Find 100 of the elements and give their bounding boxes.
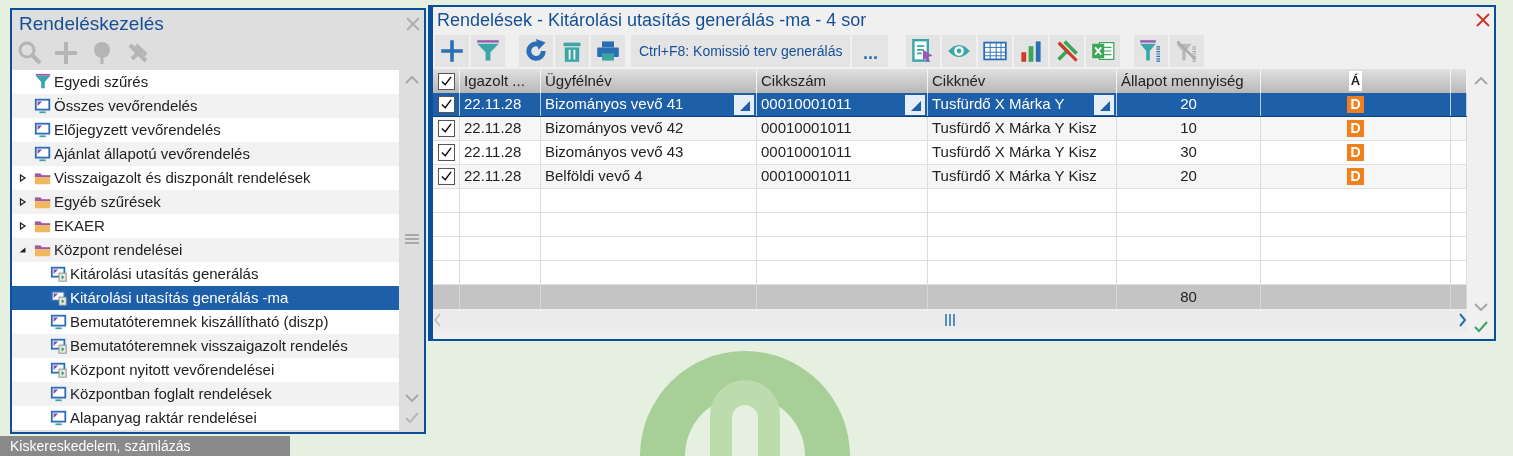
delete-button[interactable] xyxy=(555,35,589,67)
column-header[interactable]: Á xyxy=(1348,71,1363,91)
more-button[interactable]: ... xyxy=(852,35,889,67)
checkmark-icon xyxy=(439,98,453,111)
column-header[interactable]: Cikknév xyxy=(932,69,986,93)
table-cell-text: 30 xyxy=(1179,142,1198,163)
checkbox[interactable] xyxy=(437,144,455,161)
add-button[interactable] xyxy=(435,35,469,67)
table-cell-text: 00010001011 xyxy=(761,166,853,187)
column-header[interactable]: Cikkszám xyxy=(761,69,826,93)
status-badge: D xyxy=(1347,144,1364,161)
status-badge: D xyxy=(1347,168,1364,185)
column-header[interactable]: Állapot mennyiség xyxy=(1121,69,1244,93)
collapsed-triangle-icon[interactable] xyxy=(18,197,28,207)
print-button[interactable] xyxy=(591,35,625,67)
excel-icon xyxy=(1091,39,1116,63)
checkbox[interactable] xyxy=(437,96,455,113)
scroll-up-icon[interactable] xyxy=(404,76,419,84)
table-cell-text: 20 xyxy=(1179,166,1198,187)
dropdown-corner-icon xyxy=(905,94,925,115)
monitor-play-icon xyxy=(50,265,68,283)
scroll-thumb-icon[interactable] xyxy=(404,234,419,244)
table-cell-text: 10 xyxy=(1179,118,1198,139)
command-button[interactable]: Ctrl+F8: Komissió terv generálás xyxy=(631,35,851,67)
table-cell-text: Belföldi vevő 4 xyxy=(545,166,644,187)
select-list-button[interactable] xyxy=(906,35,941,67)
dropdown-corner-icon xyxy=(1094,94,1114,115)
table-cell-text: 00010001011 xyxy=(761,118,853,139)
monitor-play-icon xyxy=(50,361,68,379)
table-cell-text: 22.11.28 xyxy=(464,94,523,115)
column-header[interactable]: Ügyfélnév xyxy=(545,69,612,93)
tree-item[interactable]: Bemutatóteremnek visszaigazolt rendelés xyxy=(12,334,399,358)
collapsed-triangle-icon[interactable] xyxy=(18,221,28,231)
tree-item[interactable]: Központban foglalt rendelések xyxy=(12,382,399,406)
scroll-right-icon[interactable] xyxy=(1458,313,1467,327)
close-icon[interactable] xyxy=(1476,13,1490,27)
collapsed-triangle-icon[interactable] xyxy=(18,173,28,183)
tree-item[interactable]: Egyéb szűrések xyxy=(12,190,399,214)
table-row[interactable]: 22.11.28 Bizományos vevő 42 00010001011 Tusfürdő X Márka Y Kisz 10 D xyxy=(433,117,1467,141)
scroll-up-icon[interactable] xyxy=(1473,77,1488,85)
total-value: 80 xyxy=(1180,286,1197,307)
table-cell-text: 00010001011 xyxy=(761,142,853,163)
monitor-icon xyxy=(50,313,68,331)
filter-icon xyxy=(476,39,500,63)
check-icon[interactable] xyxy=(1473,321,1488,333)
table-cell-text: Bizományos vevő 43 xyxy=(545,142,685,163)
scroll-thumb-icon[interactable] xyxy=(945,314,955,326)
expanded-triangle-icon[interactable] xyxy=(18,245,28,255)
horizontal-scrollbar[interactable] xyxy=(433,309,1467,331)
excel-button[interactable] xyxy=(1086,35,1121,67)
scroll-down-icon[interactable] xyxy=(1473,303,1488,311)
table-cell-text: Tusfürdő X Márka Y xyxy=(932,94,1066,115)
table-cell-text: 20 xyxy=(1179,94,1198,115)
scroll-down-icon[interactable] xyxy=(404,394,419,402)
monitor-icon xyxy=(50,409,68,427)
column-filter-button[interactable] xyxy=(1134,35,1169,67)
selected-table-row[interactable]: 22.11.28 Bizományos vevő 41 00010001011 Tusfürdő X Márka Y 20 D xyxy=(433,93,1467,117)
column-header[interactable]: Igazolt ... xyxy=(464,69,525,93)
unpin-icon xyxy=(1055,39,1080,63)
table-cell-text: Tusfürdő X Márka Y Kisz xyxy=(932,118,1098,139)
check-icon[interactable] xyxy=(404,412,419,424)
checkmark-icon xyxy=(439,74,453,88)
table-icon xyxy=(983,39,1008,63)
unpin-button[interactable] xyxy=(1050,35,1085,67)
refresh-button[interactable] xyxy=(519,35,553,67)
checkbox[interactable] xyxy=(437,168,455,185)
table-cell-text: 22.11.28 xyxy=(464,142,523,163)
monitor-icon xyxy=(34,97,52,115)
checkmark-icon xyxy=(439,170,453,183)
tree-item[interactable]: Központ rendelései xyxy=(12,238,399,262)
column-filter-off-button[interactable] xyxy=(1170,35,1205,67)
monitor-icon xyxy=(50,385,68,403)
checkbox[interactable] xyxy=(437,72,455,90)
table-cell-text: 22.11.28 xyxy=(464,166,523,187)
tree-item[interactable]: Kitárolási utasítás generálás -ma xyxy=(12,286,399,310)
print-icon xyxy=(596,39,620,63)
chart-button[interactable] xyxy=(1014,35,1049,67)
dropdown-corner-icon xyxy=(734,94,754,115)
filter-button[interactable] xyxy=(471,35,505,67)
status-badge: D xyxy=(1347,96,1364,113)
monitor-play-icon xyxy=(50,337,68,355)
eye-button[interactable] xyxy=(942,35,977,67)
panel-title: Rendeléskezelés xyxy=(19,11,164,36)
tree-item[interactable]: Összes vevőrendelés xyxy=(12,94,399,118)
checkmark-icon xyxy=(439,146,453,159)
monitor-icon xyxy=(34,121,52,139)
table-cell-text: Bizományos vevő 42 xyxy=(545,118,685,139)
scroll-left-icon[interactable] xyxy=(433,313,442,327)
checkbox[interactable] xyxy=(437,120,455,137)
table-button[interactable] xyxy=(978,35,1013,67)
table-cell-text: Tusfürdő X Márka Y Kisz xyxy=(932,142,1098,163)
tree-item[interactable]: Ajánlat állapotú vevőrendelés xyxy=(12,142,399,166)
refresh-icon xyxy=(524,39,548,63)
table-cell-text: 00010001011 xyxy=(761,94,853,115)
monitor-icon xyxy=(34,145,52,163)
monitor-play-icon xyxy=(50,289,68,307)
add-icon xyxy=(440,39,464,63)
table-row[interactable]: 22.11.28 Bizományos vevő 43 00010001011 Tusfürdő X Márka Y Kisz 30 D xyxy=(433,141,1467,165)
table-row[interactable]: 22.11.28 Belföldi vevő 4 00010001011 Tusfürdő X Márka Y Kisz 20 D xyxy=(433,165,1467,189)
table-cell-text: Bizományos vevő 41 xyxy=(545,94,685,115)
